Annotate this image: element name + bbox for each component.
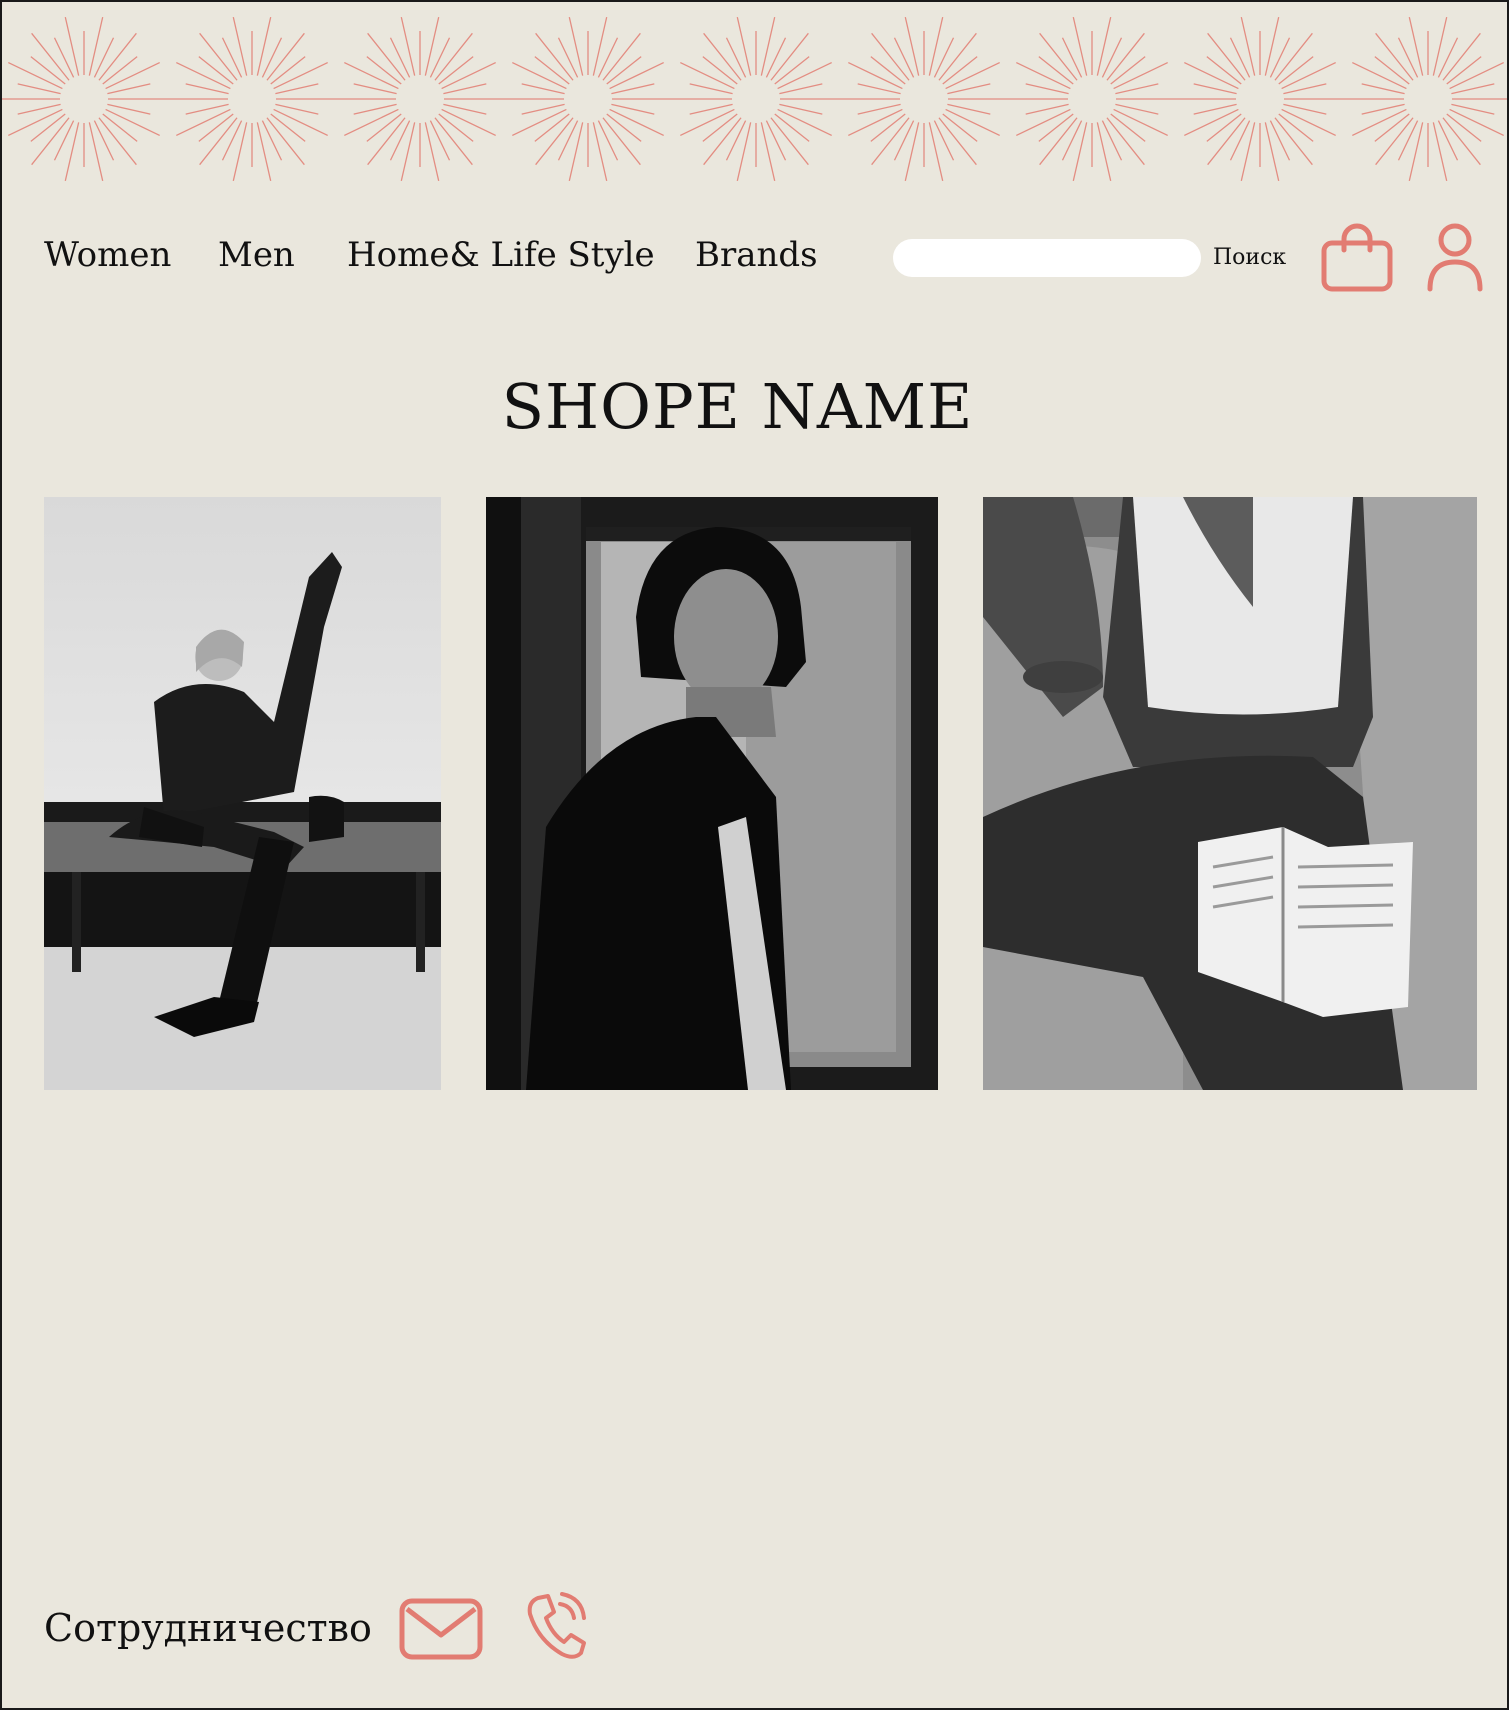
top-navigation: Women Men Home& Life Style Brands Поиск [0,222,1509,305]
phone-icon [527,1592,586,1659]
starburst-pattern [2,16,1507,182]
footer: Сотрудничество [0,1590,1509,1670]
starburst [1344,16,1507,182]
cooperation-link[interactable]: Сотрудничество [44,1598,372,1658]
cart-button[interactable] [1320,223,1394,295]
search-input[interactable] [893,239,1201,277]
decorative-banner [2,2,1507,192]
starburst [1176,16,1344,182]
phone-button[interactable] [524,1590,588,1662]
photo-illustration [486,497,938,1090]
nav-item-home-life-style[interactable]: Home& Life Style [347,225,655,285]
starburst [336,16,504,182]
man-by-window-photo[interactable] [486,497,938,1090]
user-icon [1427,223,1483,292]
starburst [840,16,1008,182]
starburst [168,16,336,182]
photo-illustration [44,497,441,1090]
photo-illustration [983,497,1477,1090]
starburst [2,16,168,182]
mail-icon [399,1598,483,1660]
starburst [504,16,672,182]
shopping-bag-icon [1321,223,1393,292]
nav-item-women[interactable]: Women [44,225,171,285]
nav-item-men[interactable]: Men [218,225,295,285]
starburst [1008,16,1176,182]
woman-reading-book-photo[interactable] [983,497,1477,1090]
mail-button[interactable] [399,1595,483,1663]
nav-item-brands[interactable]: Brands [695,225,818,285]
account-button[interactable] [1426,222,1484,294]
starburst [672,16,840,182]
woman-on-bench-photo[interactable] [44,497,441,1090]
search-button[interactable]: Поиск [1213,241,1286,275]
shop-title: SHOPE NAME [501,370,974,443]
